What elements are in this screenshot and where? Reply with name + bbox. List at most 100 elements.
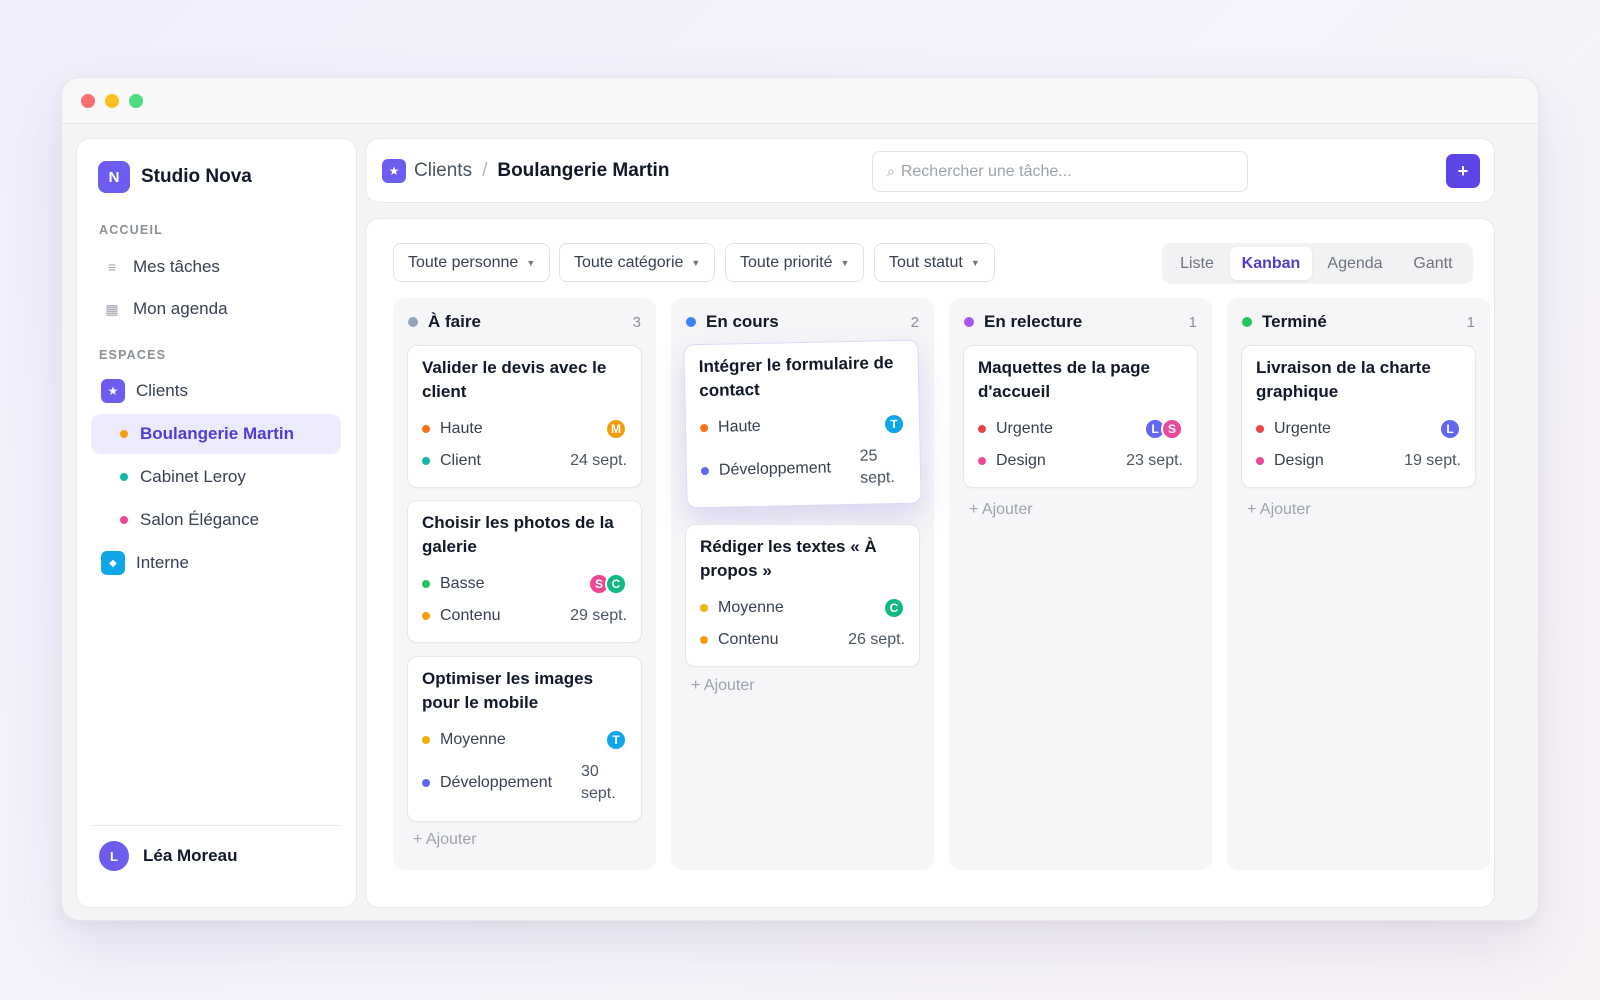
sidebar: N Studio Nova ACCUEIL ≡ Mes tâches ▦ Mon… <box>76 138 357 908</box>
task-card[interactable]: Livraison de la charte graphique Urgente… <box>1241 345 1476 488</box>
priority-dot <box>422 580 430 588</box>
category-dot <box>422 457 430 465</box>
assignee-avatars: C <box>883 597 905 619</box>
avatar[interactable]: C <box>605 573 627 595</box>
star-icon: ★ <box>382 159 406 183</box>
task-title: Intégrer le formulaire de contact <box>698 353 894 401</box>
tab-kanban[interactable]: Kanban <box>1230 247 1312 280</box>
app-window: N Studio Nova ACCUEIL ≡ Mes tâches ▦ Mon… <box>61 77 1539 921</box>
star-icon: ★ <box>101 379 125 403</box>
kanban-panel: Toute personne ▼ Toute catégorie ▼ Toute p… <box>365 218 1495 908</box>
avatar[interactable]: M <box>605 418 627 440</box>
task-category-row: Développement 30 sept. <box>422 761 627 805</box>
task-priority-row: Urgente L <box>1256 418 1461 440</box>
priority-dot <box>978 425 986 433</box>
add-task-link[interactable]: + Ajouter <box>969 501 1033 519</box>
task-title: Rédiger les textes « À propos » <box>700 537 877 580</box>
column-header: Terminé 1 <box>1242 312 1475 332</box>
avatar[interactable]: T <box>605 729 627 751</box>
column-count: 2 <box>910 313 919 331</box>
user-profile[interactable]: L Léa Moreau <box>99 841 237 871</box>
task-card-dragging[interactable]: Intégrer le formulaire de contact Haute … <box>683 339 922 509</box>
column-status-dot <box>964 317 974 327</box>
filter-label: Toute personne <box>408 253 519 271</box>
breadcrumb-parent-link[interactable]: Clients <box>414 160 472 182</box>
chevron-down-icon: ▼ <box>526 257 536 268</box>
filter-status-dropdown[interactable]: Tout statut ▼ <box>874 243 995 282</box>
filter-person-dropdown[interactable]: Toute personne ▼ <box>393 243 551 282</box>
breadcrumb: ★ Clients / Boulangerie Martin <box>382 159 669 183</box>
sidebar-item-label: Clients <box>136 381 188 400</box>
column-count: 3 <box>632 313 641 331</box>
assignee-avatars: L <box>1439 418 1461 440</box>
breadcrumb-separator: / <box>482 160 488 181</box>
column-title: En relecture <box>984 312 1083 331</box>
sidebar-item-boulangerie-martin[interactable]: Boulangerie Martin <box>91 414 341 454</box>
add-task-link[interactable]: + Ajouter <box>413 831 477 849</box>
column-header: À faire 3 <box>408 312 641 332</box>
column-status-dot <box>1242 317 1252 327</box>
column-count: 1 <box>1188 313 1197 331</box>
avatar: L <box>99 841 129 871</box>
sidebar-item-salon-elegance[interactable]: Salon Élégance <box>91 500 341 540</box>
priority-dot <box>422 736 430 744</box>
tab-agenda[interactable]: Agenda <box>1314 247 1396 280</box>
avatar[interactable]: S <box>1161 418 1183 440</box>
sidebar-item-label: Boulangerie Martin <box>140 424 294 443</box>
task-priority: Moyenne <box>440 731 506 748</box>
chevron-down-icon: ▼ <box>691 257 701 268</box>
add-task-button[interactable]: + <box>1446 154 1480 188</box>
title-bar <box>62 78 1538 124</box>
tab-gantt[interactable]: Gantt <box>1398 247 1468 280</box>
avatar[interactable]: L <box>1439 418 1461 440</box>
task-priority-row: Haute T <box>699 412 906 439</box>
task-category: Client <box>440 452 481 469</box>
category-dot <box>700 636 708 644</box>
sidebar-item-cabinet-leroy[interactable]: Cabinet Leroy <box>91 457 341 497</box>
task-priority: Moyenne <box>718 599 784 616</box>
task-card[interactable]: Optimiser les images pour le mobile Moye… <box>407 656 642 822</box>
workspace-logo: N <box>98 161 130 193</box>
task-priority: Urgente <box>996 420 1053 437</box>
sidebar-item-my-agenda[interactable]: ▦ Mon agenda <box>91 289 341 329</box>
column-status-dot <box>686 317 696 327</box>
view-switcher: Liste Kanban Agenda Gantt <box>1162 243 1473 284</box>
task-card[interactable]: Choisir les photos de la galerie Basse S… <box>407 500 642 643</box>
filter-priority-dropdown[interactable]: Toute priorité ▼ <box>725 243 865 282</box>
sidebar-item-clients[interactable]: ★ Clients <box>91 371 341 411</box>
chevron-down-icon: ▼ <box>840 257 850 268</box>
task-due-date: 29 sept. <box>570 607 627 624</box>
task-category-row: Design 19 sept. <box>1256 450 1461 472</box>
task-card[interactable]: Valider le devis avec le client Haute M … <box>407 345 642 488</box>
workspace-brand[interactable]: N Studio Nova <box>98 161 252 193</box>
category-dot <box>422 612 430 620</box>
add-task-link[interactable]: + Ajouter <box>691 677 755 695</box>
task-priority-row: Moyenne T <box>422 729 627 751</box>
task-priority: Basse <box>440 575 485 592</box>
avatar[interactable]: T <box>882 412 906 436</box>
sidebar-item-internal[interactable]: ◆ Interne <box>91 543 341 583</box>
calendar-icon: ▦ <box>105 300 119 317</box>
client-color-dot <box>120 516 128 524</box>
sidebar-divider <box>91 825 342 826</box>
task-title: Maquettes de la page d'accueil <box>978 358 1150 401</box>
add-task-link[interactable]: + Ajouter <box>1247 501 1311 519</box>
tab-list[interactable]: Liste <box>1166 247 1228 280</box>
close-window-button[interactable] <box>81 94 95 108</box>
task-priority-row: Basse S C <box>422 573 627 595</box>
task-card[interactable]: Maquettes de la page d'accueil Urgente L… <box>963 345 1198 488</box>
minimize-window-button[interactable] <box>105 94 119 108</box>
column-count: 1 <box>1466 313 1475 331</box>
search-input[interactable] <box>900 162 1221 181</box>
avatar[interactable]: C <box>883 597 905 619</box>
task-category: Contenu <box>440 607 501 624</box>
search-box[interactable]: ⌕ <box>872 151 1248 192</box>
section-label-home: ACCUEIL <box>99 223 163 237</box>
task-card[interactable]: Rédiger les textes « À propos » Moyenne … <box>685 524 920 667</box>
task-due-date: 30 sept. <box>581 763 616 802</box>
column-title: À faire <box>428 312 481 331</box>
task-category-row: Client 24 sept. <box>422 450 627 472</box>
sidebar-item-my-tasks[interactable]: ≡ Mes tâches <box>91 247 341 287</box>
filter-category-dropdown[interactable]: Toute catégorie ▼ <box>559 243 716 282</box>
maximize-window-button[interactable] <box>129 94 143 108</box>
